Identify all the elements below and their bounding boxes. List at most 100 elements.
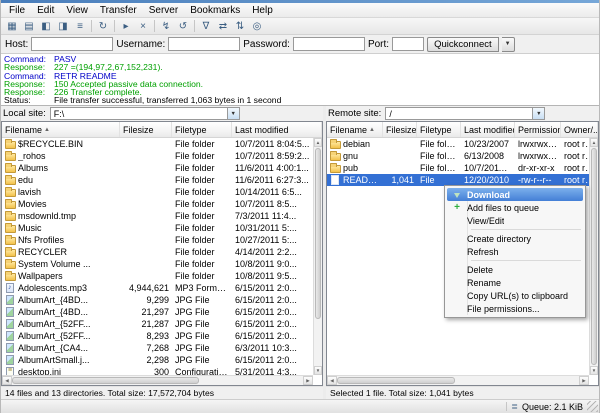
resize-grip[interactable] — [587, 401, 598, 412]
quickconnect-button[interactable]: Quickconnect — [427, 37, 499, 52]
menu-view[interactable]: View — [60, 3, 94, 17]
remote-vscroll-thumb[interactable] — [591, 148, 597, 365]
context-item-add-files-to-queue[interactable]: Add files to queue — [447, 201, 583, 214]
file-row[interactable]: msdownld.tmpFile folder7/3/2011 11:4... — [2, 210, 322, 222]
file-row[interactable]: Nfs ProfilesFile folder10/27/2011 5:... — [2, 234, 322, 246]
menu-item-label: Add files to queue — [467, 203, 539, 213]
column-header-modified[interactable]: Last modified — [232, 122, 322, 137]
cell-type: File folder — [172, 151, 232, 161]
menu-item-label: Delete — [467, 265, 493, 275]
scroll-left-icon[interactable]: ◀ — [327, 376, 337, 385]
host-input[interactable] — [31, 37, 113, 51]
context-item-create-directory[interactable]: Create directory — [447, 232, 583, 245]
local-tree-toggle-icon[interactable]: ◧ — [38, 19, 54, 34]
site-manager-icon[interactable]: ▦ — [4, 19, 20, 34]
file-row[interactable]: Adolescents.mp34,944,621MP3 Format S...6… — [2, 282, 322, 294]
file-row[interactable]: MusicFile folder10/31/2011 5:... — [2, 222, 322, 234]
file-row[interactable]: AlbumsFile folder11/6/2011 4:00:1... — [2, 162, 322, 174]
remote-tree-toggle-icon[interactable]: ◨ — [55, 19, 71, 34]
scroll-right-icon[interactable]: ▶ — [579, 376, 589, 385]
column-header-size[interactable]: Filesize — [383, 122, 417, 137]
file-row[interactable]: AlbumArt_{52FF...21,287JPG File6/15/2011… — [2, 318, 322, 330]
column-header-type[interactable]: Filetype — [417, 122, 461, 137]
local-status-text: 14 files and 13 directories. Total size:… — [1, 386, 323, 399]
remote-combo-dropdown-icon[interactable]: ▼ — [532, 108, 544, 119]
scroll-down-icon[interactable]: ▼ — [314, 366, 322, 375]
file-row[interactable]: AlbumArt_{4BD...9,299JPG File6/15/2011 2… — [2, 294, 322, 306]
reconnect-icon[interactable]: ↺ — [175, 19, 191, 34]
file-row[interactable]: _rohosFile folder10/7/2011 8:59:2... — [2, 150, 322, 162]
status-bar: ≣ Queue: 2.1 KiB — [1, 399, 599, 413]
file-row[interactable]: System Volume ...File folder10/8/2011 9:… — [2, 258, 322, 270]
local-vertical-scrollbar[interactable]: ▲ ▼ — [313, 138, 322, 375]
file-row[interactable]: gnuFile folder6/13/2008lrwxrwxrwxroot ro… — [327, 150, 598, 162]
file-row[interactable]: AlbumArt_{52FF...8,293JPG File6/15/2011 … — [2, 330, 322, 342]
find-files-icon[interactable]: ◎ — [249, 19, 265, 34]
local-combo-dropdown-icon[interactable]: ▼ — [227, 108, 239, 119]
context-item-copy-urls-to-clipboard[interactable]: Copy URL(s) to clipboard — [447, 289, 583, 302]
column-header-owner[interactable]: Owner/... — [561, 122, 598, 137]
file-row[interactable]: lavishFile folder10/14/2011 6:5... — [2, 186, 322, 198]
directory-compare-icon[interactable]: ⇄ — [215, 19, 231, 34]
file-row[interactable]: AlbumArtSmall.j...2,298JPG File6/15/2011… — [2, 354, 322, 366]
process-queue-icon[interactable]: ▸ — [118, 19, 134, 34]
filter-icon[interactable]: ∇ — [198, 19, 214, 34]
context-item-rename[interactable]: Rename — [447, 276, 583, 289]
context-item-refresh[interactable]: Refresh — [447, 245, 583, 258]
scroll-left-icon[interactable]: ◀ — [2, 376, 12, 385]
context-item-delete[interactable]: Delete — [447, 263, 583, 276]
file-row[interactable]: pubFile folder10/7/2011 10:4...dr-xr-xr-… — [327, 162, 598, 174]
menu-server[interactable]: Server — [143, 3, 184, 17]
file-row[interactable]: WallpapersFile folder10/8/2011 9:5... — [2, 270, 322, 282]
scroll-up-icon[interactable]: ▲ — [590, 138, 598, 147]
transfer-queue-toggle-icon[interactable]: ≡ — [72, 19, 88, 34]
column-header-size[interactable]: Filesize — [120, 122, 172, 137]
remote-hscroll-thumb[interactable] — [337, 377, 455, 384]
cancel-operation-icon[interactable]: × — [135, 19, 151, 34]
column-header-name[interactable]: Filename▲ — [2, 122, 120, 137]
password-input[interactable] — [293, 37, 365, 51]
local-vscroll-thumb[interactable] — [315, 148, 321, 319]
file-row[interactable]: MoviesFile folder10/7/2011 8:5... — [2, 198, 322, 210]
filename-text: edu — [18, 175, 33, 185]
context-item-view-edit[interactable]: View/Edit — [447, 214, 583, 227]
username-input[interactable] — [168, 37, 240, 51]
context-item-file-permissions[interactable]: File permissions... — [447, 302, 583, 315]
message-log-toggle-icon[interactable]: ▤ — [21, 19, 37, 34]
column-header-name[interactable]: Filename▲ — [327, 122, 383, 137]
cell-modified: 6/15/2011 2:0... — [232, 331, 322, 341]
file-row[interactable]: debianFile folder10/23/2007lrwxrwxrwxroo… — [327, 138, 598, 150]
scroll-up-icon[interactable]: ▲ — [314, 138, 322, 147]
column-header-type[interactable]: Filetype — [172, 122, 232, 137]
file-row[interactable]: $RECYCLE.BINFile folder10/7/2011 8:04:5.… — [2, 138, 322, 150]
scroll-right-icon[interactable]: ▶ — [303, 376, 313, 385]
cell-modified: 10/14/2011 6:5... — [232, 187, 322, 197]
port-input[interactable] — [392, 37, 424, 51]
menu-edit[interactable]: Edit — [31, 3, 60, 17]
local-horizontal-scrollbar[interactable]: ◀ ▶ — [2, 375, 313, 385]
remote-horizontal-scrollbar[interactable]: ◀ ▶ — [327, 375, 589, 385]
local-hscroll-thumb[interactable] — [12, 377, 199, 384]
column-header-modified[interactable]: Last modified — [461, 122, 515, 137]
menu-file[interactable]: File — [3, 3, 31, 17]
remote-vertical-scrollbar[interactable]: ▲ ▼ — [589, 138, 598, 375]
sync-browsing-icon[interactable]: ⇅ — [232, 19, 248, 34]
file-row[interactable]: AlbumArt_{4BD...21,297JPG File6/15/2011 … — [2, 306, 322, 318]
quickconnect-dropdown-icon[interactable]: ▼ — [502, 37, 515, 52]
cell-type: File folder — [172, 247, 232, 257]
file-row[interactable]: eduFile folder11/6/2011 6:27:3... — [2, 174, 322, 186]
context-item-download[interactable]: Download — [447, 188, 583, 201]
local-path-combo[interactable]: F:\ ▼ — [50, 107, 240, 120]
scroll-down-icon[interactable]: ▼ — [590, 366, 598, 375]
menu-bookmarks[interactable]: Bookmarks — [184, 3, 246, 17]
menu-help[interactable]: Help — [246, 3, 279, 17]
refresh-icon[interactable]: ↻ — [95, 19, 111, 34]
disconnect-icon[interactable]: ↯ — [158, 19, 174, 34]
file-row[interactable]: AlbumArt_{CA4...7,268JPG File6/3/2011 10… — [2, 342, 322, 354]
remote-path-combo[interactable]: / ▼ — [385, 107, 545, 120]
column-header-perms[interactable]: Permissions — [515, 122, 561, 137]
menu-item-icon — [447, 289, 467, 302]
file-row[interactable]: RECYCLERFile folder4/14/2011 2:2... — [2, 246, 322, 258]
menu-transfer[interactable]: Transfer — [94, 3, 143, 17]
menu-item-icon — [447, 214, 467, 227]
